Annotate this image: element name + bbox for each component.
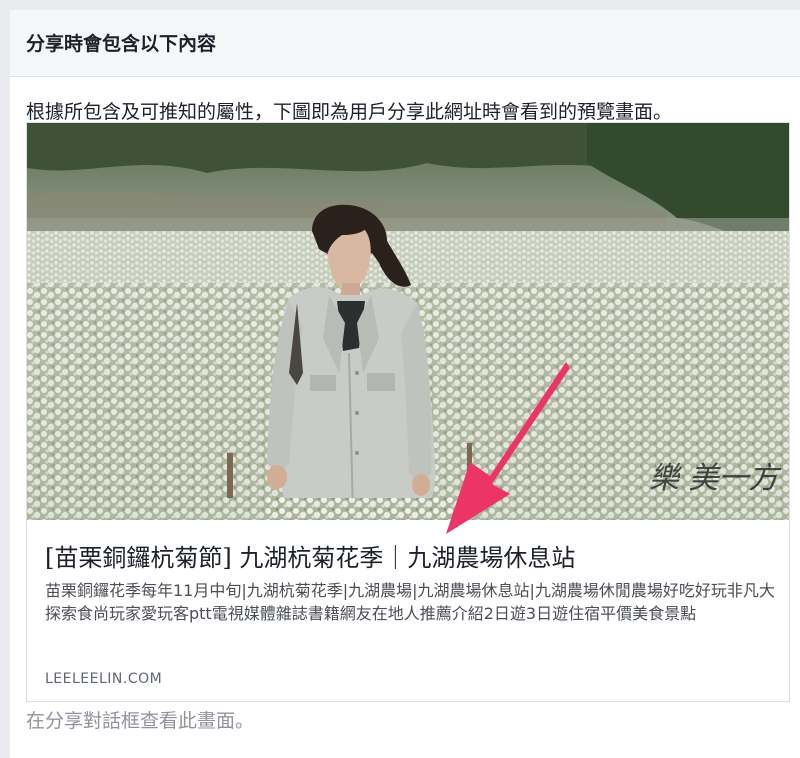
panel-header: 分享時會包含以下內容 xyxy=(10,10,800,77)
share-preview-panel: 分享時會包含以下內容 根據所包含及可推知的屬性，下圖即為用戶分享此網址時會看到的… xyxy=(10,10,800,758)
link-preview-card[interactable]: 樂 美一方 [苗栗銅鑼杭菊節] 九湖杭菊花季｜九湖農場休息站 苗栗銅鑼花季每年1… xyxy=(26,122,790,702)
watermark-logo: 樂 美一方 xyxy=(649,461,779,496)
preview-domain: LEELEELIN.COM xyxy=(45,671,163,687)
preview-title[interactable]: [苗栗銅鑼杭菊節] 九湖杭菊花季｜九湖農場休息站 xyxy=(45,538,575,573)
intro-text: 根據所包含及可推知的屬性，下圖即為用戶分享此網址時會看到的預覽畫面。 xyxy=(26,101,673,123)
preview-image[interactable]: 樂 美一方 xyxy=(27,123,789,520)
preview-description: 苗栗銅鑼花季每年11月中旬|九湖杭菊花季|九湖農場|九湖農場休息站|九湖農場休閒… xyxy=(45,581,775,623)
footer-note: 在分享對話框查看此畫面。 xyxy=(26,710,255,732)
panel-title: 分享時會包含以下內容 xyxy=(26,33,217,55)
